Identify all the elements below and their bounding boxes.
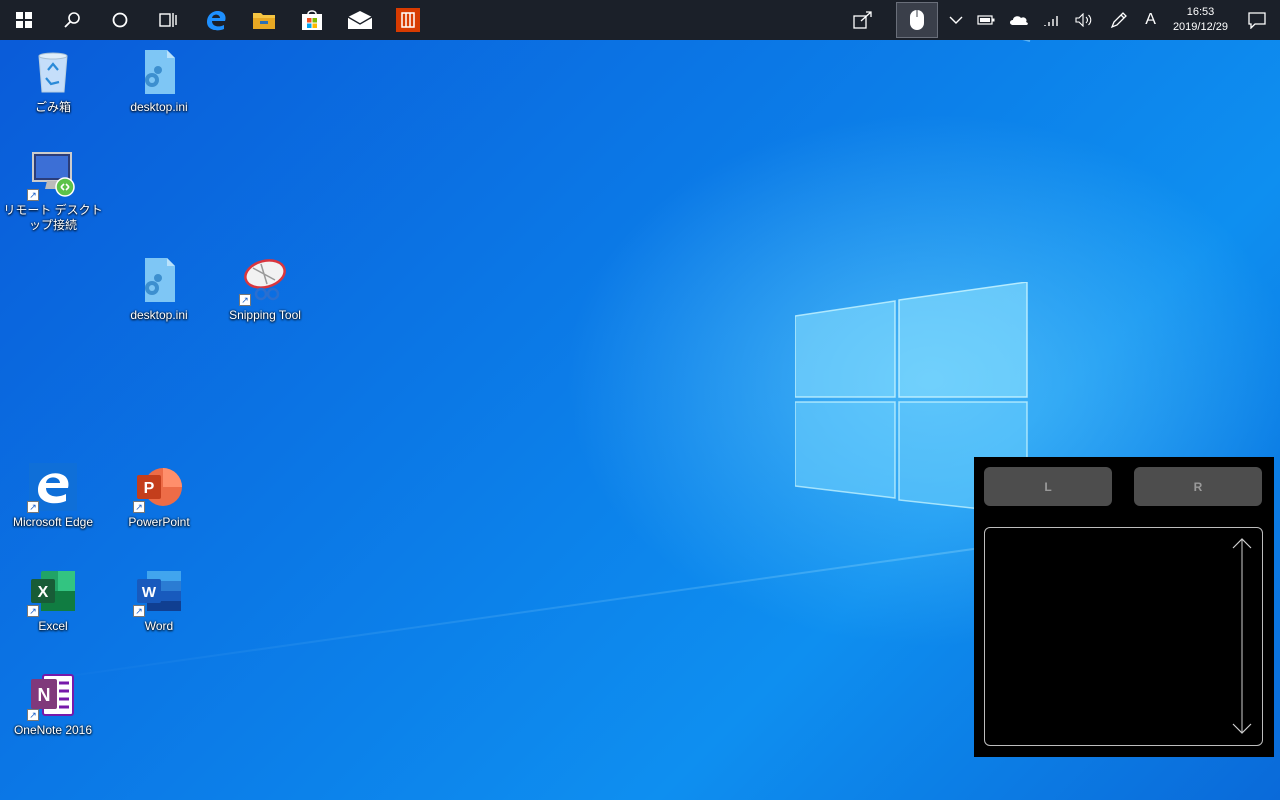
taskbar-mail-button[interactable] [336, 0, 384, 40]
touchpad-left-label: L [1044, 479, 1052, 494]
shortcut-arrow-icon: ↗ [27, 189, 39, 201]
touchpad-right-button[interactable]: R [1134, 467, 1262, 506]
office-icon [396, 8, 420, 32]
onedrive-button[interactable] [1002, 0, 1036, 40]
clock[interactable]: 16:53 2019/12/29 [1163, 5, 1238, 35]
clock-time: 16:53 [1186, 6, 1215, 18]
desktop-icon-label: OneNote 2016 [13, 723, 93, 737]
speaker-icon [1075, 13, 1092, 27]
cortana-button[interactable] [96, 0, 144, 40]
touchpad-toggle-button[interactable] [896, 2, 939, 38]
circle-icon [112, 12, 128, 28]
battery-button[interactable] [970, 0, 1002, 40]
taskbar-edge-button[interactable] [192, 0, 240, 40]
shortcut-arrow-icon: ↗ [27, 709, 39, 721]
desktop-icon-recycle-bin[interactable]: ごみ箱 [1, 48, 105, 115]
expand-screen-icon [853, 11, 872, 29]
notification-icon [1248, 12, 1266, 29]
desktop-icon-label: Word [144, 619, 174, 633]
desktop-icon-powerpoint[interactable]: P ↗ PowerPoint [107, 463, 211, 530]
taskbar-file-explorer-button[interactable] [240, 0, 288, 40]
task-view-icon [159, 13, 177, 27]
shortcut-arrow-icon: ↗ [239, 294, 251, 306]
mail-icon [347, 11, 373, 29]
show-hidden-icons-button[interactable] [942, 0, 970, 40]
desktop-icon-word[interactable]: W ↗ Word [107, 567, 211, 634]
desktop-icon-label: Snipping Tool [229, 308, 301, 322]
start-button[interactable] [0, 0, 48, 40]
input-indicator-label: A [1145, 11, 1156, 28]
mouse-icon [910, 10, 925, 30]
svg-text:X: X [38, 584, 49, 601]
scroll-strip[interactable] [1230, 536, 1254, 736]
tablet-mode-button[interactable] [834, 0, 892, 40]
taskbar-store-button[interactable] [288, 0, 336, 40]
shortcut-arrow-icon: ↗ [27, 605, 39, 617]
battery-icon [977, 15, 995, 25]
folder-icon [253, 13, 275, 29]
taskbar: A 16:53 2019/12/29 [0, 0, 1280, 40]
shortcut-arrow-icon: ↗ [133, 501, 145, 513]
edge-icon [207, 11, 226, 31]
store-icon [302, 10, 322, 30]
desktop-icon-desktop-ini[interactable]: desktop.ini [107, 256, 211, 323]
virtual-touchpad: L R [974, 457, 1274, 757]
network-button[interactable] [1036, 0, 1068, 40]
desktop-icon-remote-desktop[interactable]: ↗ リモート デスクトップ接続 [1, 151, 105, 233]
desktop-icon-label: desktop.ini [130, 308, 188, 322]
desktop-icon-onenote[interactable]: N ↗ OneNote 2016 [1, 671, 105, 738]
desktop-icon-excel[interactable]: X ↗ Excel [1, 567, 105, 634]
pen-workspace-button[interactable] [1100, 0, 1138, 40]
svg-text:W: W [142, 584, 157, 601]
search-icon [64, 12, 80, 28]
task-view-button[interactable] [144, 0, 192, 40]
desktop-icon-desktop-ini[interactable]: desktop.ini [107, 48, 211, 115]
pen-icon [1111, 12, 1128, 29]
desktop-icon-label: desktop.ini [130, 100, 188, 114]
wifi-icon [1044, 16, 1058, 26]
input-indicator-button[interactable]: A [1138, 0, 1163, 40]
svg-text:N: N [38, 685, 51, 705]
desktop-icon-snipping-tool[interactable]: ↗ Snipping Tool [213, 256, 317, 323]
desktop-icon-label: Microsoft Edge [12, 515, 94, 529]
volume-button[interactable] [1068, 0, 1100, 40]
shortcut-arrow-icon: ↗ [133, 605, 145, 617]
taskbar-office-button[interactable] [384, 0, 432, 40]
shortcut-arrow-icon: ↗ [27, 501, 39, 513]
clock-date: 2019/12/29 [1172, 21, 1228, 33]
cloud-icon [1010, 16, 1029, 25]
settings-file-icon [145, 258, 175, 302]
touchpad-surface[interactable] [984, 527, 1263, 746]
recycle-bin-icon [38, 52, 68, 93]
touchpad-left-button[interactable]: L [984, 467, 1112, 506]
system-tray: A 16:53 2019/12/29 [834, 0, 1280, 40]
touchpad-right-label: R [1193, 479, 1203, 494]
windows-icon [16, 12, 32, 28]
desktop-icon-label: PowerPoint [128, 515, 190, 529]
action-center-button[interactable] [1238, 0, 1280, 40]
svg-text:P: P [144, 480, 155, 497]
desktop-icon-label: リモート デスクトップ接続 [3, 203, 103, 232]
search-button[interactable] [48, 0, 96, 40]
settings-file-icon [145, 50, 175, 94]
desktop-icon-microsoft-edge[interactable]: ↗ Microsoft Edge [1, 463, 105, 530]
desktop-icon-label: Excel [38, 619, 68, 633]
chevron-down-icon [949, 16, 963, 24]
desktop-icon-label: ごみ箱 [34, 100, 71, 114]
